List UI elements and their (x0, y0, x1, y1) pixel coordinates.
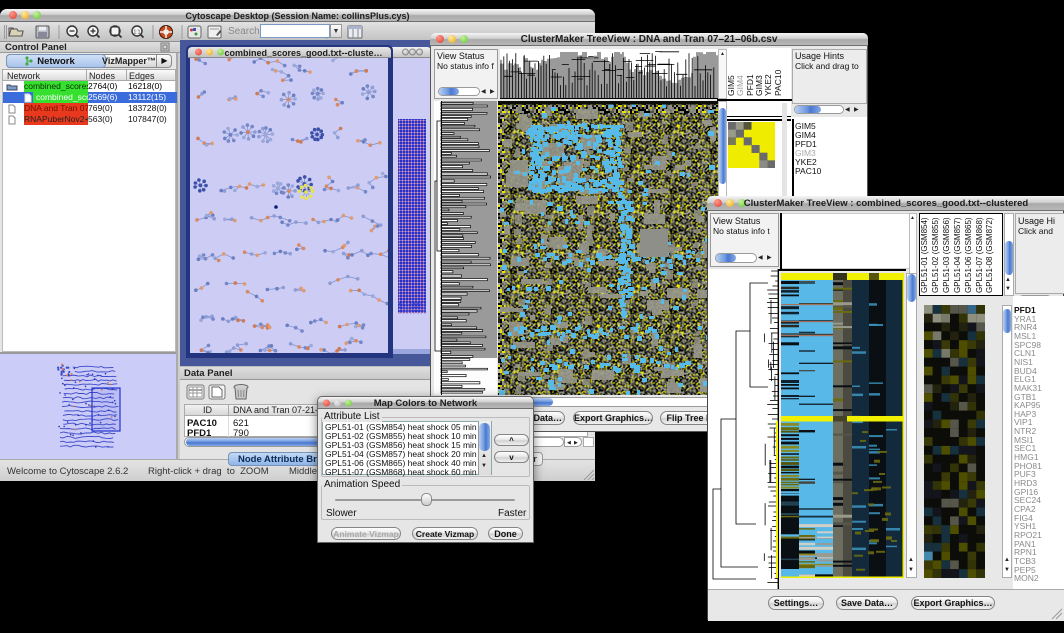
svg-text:1:1: 1:1 (134, 30, 141, 36)
